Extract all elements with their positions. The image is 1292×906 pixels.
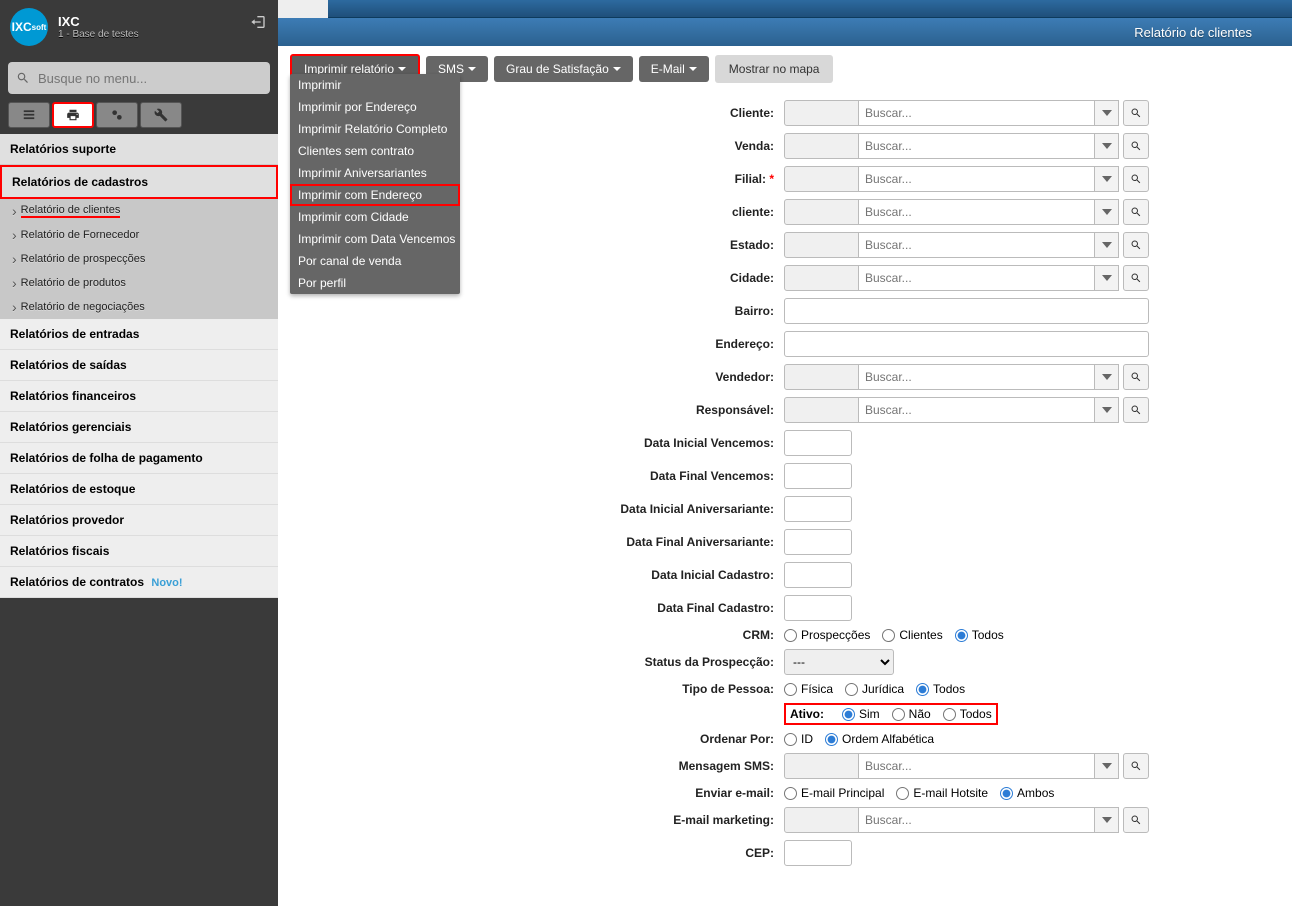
dd-com-endereco[interactable]: Imprimir com Endereço [290, 184, 460, 206]
nav-section-saidas[interactable]: Relatórios de saídas [0, 350, 278, 381]
cep-input[interactable] [784, 840, 852, 866]
data-ini-aniv-input[interactable] [784, 496, 852, 522]
nav-section-cadastros[interactable]: Relatórios de cadastros [0, 165, 278, 199]
msg-sms-lookup[interactable] [784, 753, 1149, 779]
wrench-view-button[interactable] [140, 102, 182, 128]
cliente-lookup[interactable] [784, 100, 1149, 126]
dd-relatorio-completo[interactable]: Imprimir Relatório Completo [290, 118, 460, 140]
lbl-enviar-email: Enviar e-mail: [278, 786, 784, 800]
dd-com-data-vencemos[interactable]: Imprimir com Data Vencemos [290, 228, 460, 250]
email-mkt-lookup[interactable] [784, 807, 1149, 833]
lbl-email-mkt: E-mail marketing: [278, 813, 784, 827]
print-view-button[interactable] [52, 102, 94, 128]
email-button[interactable]: E-Mail [639, 56, 709, 82]
search-icon[interactable] [1123, 100, 1149, 126]
search-icon [16, 71, 30, 85]
tipo-cliente-lookup[interactable] [784, 199, 1149, 225]
lbl-data-fin-cad: Data Final Cadastro: [278, 601, 784, 615]
lbl-cep: CEP: [278, 846, 784, 860]
lbl-msg-sms: Mensagem SMS: [278, 759, 784, 773]
nav-item-fornecedor[interactable]: Relatório de Fornecedor [0, 223, 278, 247]
tipo-pessoa-radio-group: Física Jurídica Todos [784, 682, 965, 696]
lbl-tipo-pessoa: Tipo de Pessoa: [278, 682, 784, 696]
data-ini-cad-input[interactable] [784, 562, 852, 588]
dd-aniversariantes[interactable]: Imprimir Aniversariantes [290, 162, 460, 184]
lbl-data-ini-cad: Data Inicial Cadastro: [278, 568, 784, 582]
menu-search-input[interactable] [38, 71, 262, 86]
crm-radio-group: Prospecções Clientes Todos [784, 628, 1004, 642]
nav-item-clientes[interactable]: Relatório de clientes [0, 199, 278, 223]
lbl-data-ini-aniv: Data Inicial Aniversariante: [278, 502, 784, 516]
nav-section-fiscais[interactable]: Relatórios fiscais [0, 536, 278, 567]
enviar-email-radio-group: E-mail Principal E-mail Hotsite Ambos [784, 786, 1054, 800]
cidade-lookup[interactable] [784, 265, 1149, 291]
vendedor-lookup[interactable] [784, 364, 1149, 390]
lbl-ativo: Ativo: [790, 707, 824, 721]
endereco-input[interactable] [784, 331, 1149, 357]
nav-section-estoque[interactable]: Relatórios de estoque [0, 474, 278, 505]
window-chrome [278, 0, 1292, 18]
mostrar-mapa-button[interactable]: Mostrar no mapa [715, 55, 834, 83]
lbl-vendedor: Vendedor: [278, 370, 784, 384]
sidebar: IXCsoft IXC 1 - Base de testes Relatório… [0, 0, 278, 906]
dd-imprimir-endereco[interactable]: Imprimir por Endereço [290, 96, 460, 118]
data-ini-venc-input[interactable] [784, 430, 852, 456]
lbl-crm: CRM: [278, 628, 784, 642]
nav-item-negociacoes[interactable]: Relatório de negociações [0, 295, 278, 319]
lbl-data-ini-venc: Data Inicial Vencemos: [278, 436, 784, 450]
lbl-bairro: Bairro: [278, 304, 784, 318]
dd-clientes-sem-contrato[interactable]: Clientes sem contrato [290, 140, 460, 162]
dd-imprimir[interactable]: Imprimir [290, 74, 460, 96]
bairro-input[interactable] [784, 298, 1149, 324]
responsavel-lookup[interactable] [784, 397, 1149, 423]
nav-section-gerenciais[interactable]: Relatórios gerenciais [0, 412, 278, 443]
dd-com-cidade[interactable]: Imprimir com Cidade [290, 206, 460, 228]
ativo-radio-group: Ativo: Sim Não Todos [784, 703, 998, 725]
main-content: Relatório de clientes Imprimir relatório… [278, 0, 1292, 906]
status-prospeccao-select[interactable]: --- [784, 649, 894, 675]
lbl-ordenar: Ordenar Por: [278, 732, 784, 746]
nav-items-cadastros: Relatório de clientes Relatório de Forne… [0, 199, 278, 319]
imprimir-dropdown: Imprimir Imprimir por Endereço Imprimir … [290, 74, 460, 294]
list-view-button[interactable] [8, 102, 50, 128]
app-logo: IXCsoft [10, 8, 48, 46]
nav-section-contratos[interactable]: Relatórios de contratos Novo! [0, 567, 278, 598]
nav-section-financeiros[interactable]: Relatórios financeiros [0, 381, 278, 412]
lbl-data-fin-aniv: Data Final Aniversariante: [278, 535, 784, 549]
nav-item-produtos[interactable]: Relatório de produtos [0, 271, 278, 295]
nav-section-provedor[interactable]: Relatórios provedor [0, 505, 278, 536]
app-subtitle: 1 - Base de testes [58, 29, 139, 40]
page-title: Relatório de clientes [1134, 25, 1252, 40]
menu-search[interactable] [8, 62, 270, 94]
nav-item-prospeccoes[interactable]: Relatório de prospecções [0, 247, 278, 271]
lbl-endereco: Endereço: [278, 337, 784, 351]
lbl-data-fin-venc: Data Final Vencemos: [278, 469, 784, 483]
nav-section-entradas[interactable]: Relatórios de entradas [0, 319, 278, 350]
estado-lookup[interactable] [784, 232, 1149, 258]
nav-section-suporte[interactable]: Relatórios suporte [0, 134, 278, 165]
filial-lookup[interactable] [784, 166, 1149, 192]
logout-icon[interactable] [250, 14, 266, 35]
dd-canal-venda[interactable]: Por canal de venda [290, 250, 460, 272]
chevron-down-icon[interactable] [1095, 100, 1119, 126]
grau-satisfacao-button[interactable]: Grau de Satisfação [494, 56, 633, 82]
venda-lookup[interactable] [784, 133, 1149, 159]
data-fin-venc-input[interactable] [784, 463, 852, 489]
view-mode-row [8, 102, 270, 128]
data-fin-cad-input[interactable] [784, 595, 852, 621]
novo-badge: Novo! [151, 577, 182, 589]
data-fin-aniv-input[interactable] [784, 529, 852, 555]
app-name: IXC [58, 14, 139, 29]
page-title-bar: Relatório de clientes [278, 18, 1292, 46]
nav-section-folha[interactable]: Relatórios de folha de pagamento [0, 443, 278, 474]
lbl-status-prosp: Status da Prospecção: [278, 655, 784, 669]
dd-por-perfil[interactable]: Por perfil [290, 272, 460, 294]
sidebar-header: IXCsoft IXC 1 - Base de testes [0, 0, 278, 54]
ordenar-radio-group: ID Ordem Alfabética [784, 732, 934, 746]
lbl-responsavel: Responsável: [278, 403, 784, 417]
gears-view-button[interactable] [96, 102, 138, 128]
